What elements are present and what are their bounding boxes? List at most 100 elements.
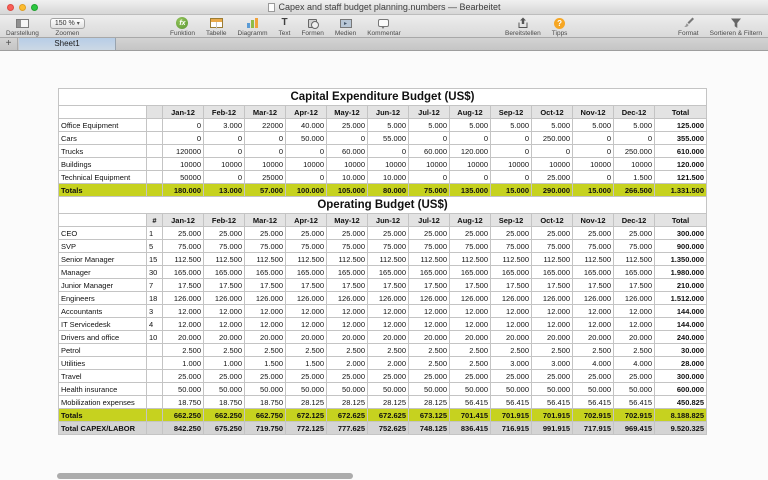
value-cell[interactable]: 25.000 [450,370,491,383]
value-cell[interactable]: 126.000 [245,292,286,305]
row-label[interactable]: Accountants [59,305,147,318]
headcount-cell[interactable]: 5 [147,240,163,253]
value-cell[interactable]: 777.625 [327,422,368,435]
value-cell[interactable]: 25.000 [532,171,573,184]
value-cell[interactable]: 75.000 [204,240,245,253]
row-total-cell[interactable]: 144.000 [655,318,707,331]
media-button[interactable]: ▸ Medien [335,17,356,37]
column-header[interactable]: Mar-12 [245,106,286,119]
column-header[interactable]: Sep-12 [491,214,532,227]
value-cell[interactable]: 25.000 [491,227,532,240]
value-cell[interactable]: 20.000 [532,331,573,344]
row-total-cell[interactable]: 120.000 [655,158,707,171]
value-cell[interactable]: 0 [163,119,204,132]
value-cell[interactable]: 2.500 [327,344,368,357]
value-cell[interactable]: 1.500 [614,171,655,184]
value-cell[interactable]: 135.000 [450,184,491,197]
value-cell[interactable]: 5.000 [491,119,532,132]
close-button[interactable] [7,4,14,11]
value-cell[interactable]: 165.000 [327,266,368,279]
value-cell[interactable]: 112.500 [573,253,614,266]
value-cell[interactable]: 20.000 [450,331,491,344]
value-cell[interactable]: 5.000 [368,119,409,132]
value-cell[interactable]: 2.500 [614,344,655,357]
value-cell[interactable]: 20.000 [614,331,655,344]
column-header[interactable]: Feb-12 [204,106,245,119]
value-cell[interactable]: 57.000 [245,184,286,197]
headcount-cell[interactable]: 3 [147,305,163,318]
value-cell[interactable]: 50.000 [327,383,368,396]
value-cell[interactable]: 5.000 [614,119,655,132]
value-cell[interactable]: 2.500 [450,357,491,370]
value-cell[interactable]: 20.000 [409,331,450,344]
headcount-cell[interactable] [147,383,163,396]
value-cell[interactable]: 75.000 [409,184,450,197]
value-cell[interactable]: 75.000 [532,240,573,253]
value-cell[interactable]: 25.000 [204,370,245,383]
value-cell[interactable]: 250.000 [532,132,573,145]
value-cell[interactable]: 12.000 [409,318,450,331]
value-cell[interactable]: 2.500 [573,344,614,357]
value-cell[interactable]: 752.625 [368,422,409,435]
column-header[interactable]: Sep-12 [491,106,532,119]
value-cell[interactable]: 12.000 [245,305,286,318]
value-cell[interactable]: 50.000 [245,383,286,396]
value-cell[interactable]: 17.500 [532,279,573,292]
value-cell[interactable]: 0 [450,171,491,184]
value-cell[interactable]: 25.000 [614,370,655,383]
row-label[interactable]: IT Servicedesk [59,318,147,331]
value-cell[interactable]: 672.625 [368,409,409,422]
value-cell[interactable]: 991.915 [532,422,573,435]
column-header[interactable]: Nov-12 [573,106,614,119]
column-header[interactable]: Jan-12 [163,106,204,119]
value-cell[interactable]: 75.000 [245,240,286,253]
headcount-cell[interactable] [147,409,163,422]
headcount-cell[interactable]: 15 [147,253,163,266]
value-cell[interactable]: 2.500 [204,344,245,357]
value-cell[interactable]: 20.000 [573,331,614,344]
headcount-cell[interactable] [147,396,163,409]
value-cell[interactable]: 126.000 [491,292,532,305]
column-header[interactable]: Nov-12 [573,214,614,227]
value-cell[interactable]: 772.125 [286,422,327,435]
value-cell[interactable]: 10000 [368,158,409,171]
value-cell[interactable]: 10000 [245,158,286,171]
value-cell[interactable]: 5.000 [409,119,450,132]
value-cell[interactable]: 50.000 [491,383,532,396]
value-cell[interactable]: 12.000 [532,318,573,331]
row-total-cell[interactable]: 1.512.000 [655,292,707,305]
value-cell[interactable]: 0 [245,145,286,158]
value-cell[interactable]: 17.500 [368,279,409,292]
value-cell[interactable]: 10000 [163,158,204,171]
column-header[interactable]: Jun-12 [368,214,409,227]
value-cell[interactable]: 1.500 [286,357,327,370]
value-cell[interactable]: 20.000 [327,331,368,344]
table-button[interactable]: Tabelle [206,17,227,37]
budget-spreadsheet[interactable]: Capital Expenditure Budget (US$)Jan-12Fe… [58,88,707,435]
headcount-cell[interactable] [147,145,163,158]
value-cell[interactable]: 969.415 [614,422,655,435]
value-cell[interactable]: 20.000 [204,331,245,344]
value-cell[interactable]: 12.000 [450,305,491,318]
value-cell[interactable]: 290.000 [532,184,573,197]
row-label[interactable]: Trucks [59,145,147,158]
value-cell[interactable]: 165.000 [573,266,614,279]
value-cell[interactable]: 55.000 [368,132,409,145]
row-label[interactable]: Mobilization expenses [59,396,147,409]
headcount-cell[interactable]: 7 [147,279,163,292]
row-total-cell[interactable]: 210.000 [655,279,707,292]
value-cell[interactable]: 12.000 [163,305,204,318]
value-cell[interactable]: 662.250 [204,409,245,422]
value-cell[interactable]: 25.000 [409,227,450,240]
value-cell[interactable]: 75.000 [450,240,491,253]
value-cell[interactable]: 12.000 [573,318,614,331]
value-cell[interactable]: 3.000 [491,357,532,370]
row-total-cell[interactable]: 240.000 [655,331,707,344]
value-cell[interactable]: 50.000 [573,383,614,396]
value-cell[interactable]: 17.500 [204,279,245,292]
headcount-cell[interactable] [147,132,163,145]
value-cell[interactable]: 56.415 [532,396,573,409]
value-cell[interactable]: 10000 [573,158,614,171]
value-cell[interactable]: 0 [573,145,614,158]
column-header[interactable]: Apr-12 [286,106,327,119]
